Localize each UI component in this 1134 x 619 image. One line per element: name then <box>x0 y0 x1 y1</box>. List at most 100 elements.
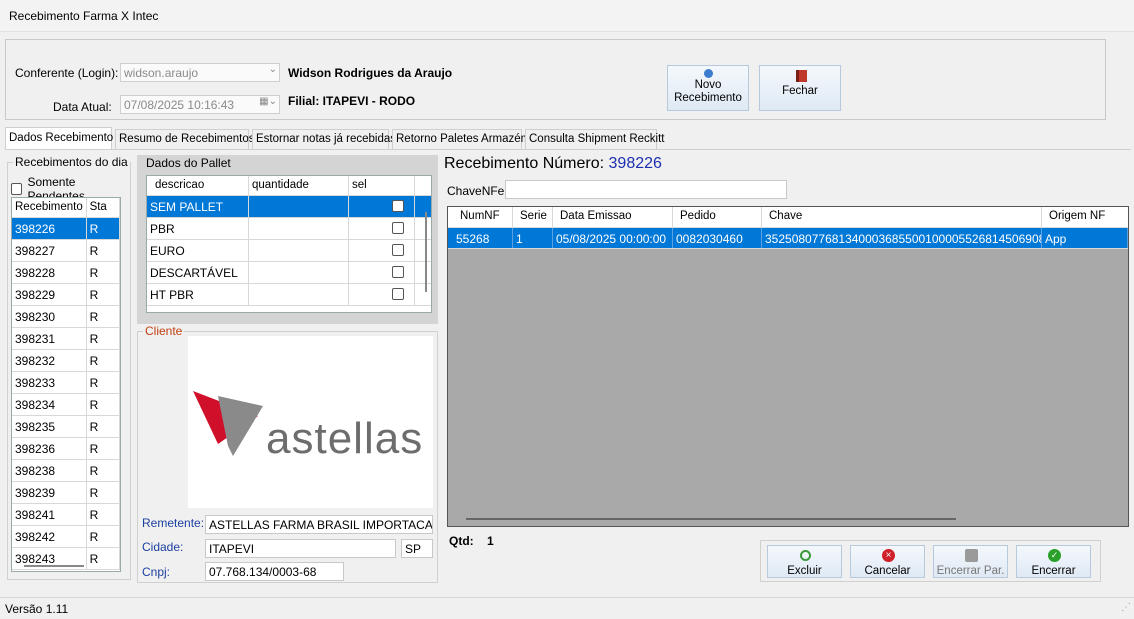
quantidade-cell[interactable] <box>249 284 349 305</box>
status-cell: R <box>87 306 120 327</box>
table-row[interactable]: HT PBR <box>147 284 431 306</box>
vertical-scrollbar[interactable] <box>425 212 427 292</box>
list-item[interactable]: 398238 R <box>12 460 120 482</box>
list-item[interactable]: 398228 R <box>12 262 120 284</box>
version-label: Versão 1.11 <box>5 602 69 616</box>
horizontal-scrollbar[interactable] <box>24 565 84 567</box>
status-cell: R <box>87 526 120 547</box>
sel-cell[interactable] <box>349 196 415 217</box>
column-header[interactable]: Recebimento <box>12 198 87 217</box>
table-row[interactable]: SEM PALLET <box>147 196 431 218</box>
status-cell: R <box>87 218 120 239</box>
column-header[interactable]: Pedido <box>673 207 762 227</box>
cancel-icon: × <box>882 549 895 562</box>
quantidade-cell[interactable] <box>249 196 349 217</box>
conferente-combo[interactable]: widson.araujo ⌄ <box>120 63 280 82</box>
recebimento-cell: 398232 <box>12 350 87 371</box>
quantidade-cell[interactable] <box>249 240 349 261</box>
notas-grid[interactable]: NumNF Serie Data Emissao Pedido Chave Origem … <box>447 206 1129 527</box>
column-header[interactable]: quantidade <box>249 176 349 195</box>
list-item[interactable]: 398226 R <box>12 218 120 240</box>
table-row[interactable]: PBR <box>147 218 431 240</box>
cnpj-field[interactable]: 07.768.134/0003-68 <box>205 562 344 581</box>
status-cell: R <box>87 460 120 481</box>
checkbox[interactable] <box>392 200 404 212</box>
column-header[interactable]: Origem NF <box>1042 207 1128 227</box>
table-row[interactable]: EURO <box>147 240 431 262</box>
recebimento-cell: 398242 <box>12 526 87 547</box>
list-item[interactable]: 398241 R <box>12 504 120 526</box>
chevron-down-icon: ⌄ <box>268 64 277 75</box>
novo-recebimento-button[interactable]: Novo Recebimento <box>667 65 749 111</box>
column-header[interactable]: descricao <box>147 176 249 195</box>
sel-cell[interactable] <box>349 284 415 305</box>
cancelar-button[interactable]: × Cancelar <box>850 545 925 578</box>
list-item[interactable]: 398242 R <box>12 526 120 548</box>
column-header[interactable]: NumNF <box>448 207 513 227</box>
action-panel: Excluir × Cancelar Encerrar Par. ✓ Encerra… <box>760 540 1101 582</box>
sel-cell[interactable] <box>349 240 415 261</box>
add-icon <box>703 69 713 78</box>
remetente-field[interactable]: ASTELLAS FARMA BRASIL IMPORTACAO E D <box>205 515 433 534</box>
list-item[interactable]: 398234 R <box>12 394 120 416</box>
column-header[interactable]: Sta <box>87 198 120 217</box>
sel-cell[interactable] <box>349 218 415 239</box>
uf-field[interactable]: SP <box>401 539 433 558</box>
checkbox[interactable] <box>392 288 404 300</box>
checkbox-box[interactable] <box>11 183 23 195</box>
descricao-cell: SEM PALLET <box>147 196 249 217</box>
status-cell: R <box>87 284 120 305</box>
descricao-cell: HT PBR <box>147 284 249 305</box>
fechar-label: Fechar <box>782 85 818 97</box>
status-cell: R <box>87 350 120 371</box>
list-item[interactable]: 398230 R <box>12 306 120 328</box>
recebimentos-list[interactable]: Recebimento Sta 398226 R 398227 R 398228 R 3982… <box>11 197 121 572</box>
excluir-button[interactable]: Excluir <box>767 545 842 578</box>
fechar-button[interactable]: Fechar <box>759 65 841 111</box>
table-row[interactable]: 55268 1 05/08/2025 00:00:00 0082030460 35250… <box>448 228 1128 249</box>
tab-dados-recebimento[interactable]: Dados Recebimento <box>5 127 113 149</box>
quantidade-cell[interactable] <box>249 218 349 239</box>
cidade-field[interactable]: ITAPEVI <box>205 539 396 558</box>
horizontal-scrollbar[interactable] <box>466 518 956 520</box>
list-item[interactable]: 398236 R <box>12 438 120 460</box>
encerrar-par-button[interactable]: Encerrar Par. <box>933 545 1008 578</box>
resize-grip-icon[interactable]: ⋰ <box>1121 602 1131 613</box>
column-header[interactable]: Chave <box>762 207 1042 227</box>
column-header[interactable]: Data Emissao <box>553 207 673 227</box>
list-item[interactable]: 398235 R <box>12 416 120 438</box>
recebimento-cell: 398238 <box>12 460 87 481</box>
status-cell: R <box>87 262 120 283</box>
tab-retorno-paletes[interactable]: Retorno Paletes Armazém <box>392 129 530 149</box>
table-row[interactable]: DESCARTÁVEL <box>147 262 431 284</box>
list-item[interactable]: 398232 R <box>12 350 120 372</box>
chavenfe-input[interactable] <box>505 180 787 199</box>
list-item[interactable]: 398233 R <box>12 372 120 394</box>
tab-estornar-notas[interactable]: Estornar notas já recebidas <box>252 129 396 149</box>
list-item[interactable]: 398227 R <box>12 240 120 262</box>
column-header[interactable]: Serie <box>513 207 553 227</box>
column-header[interactable]: sel <box>349 176 415 195</box>
list-item[interactable]: 398229 R <box>12 284 120 306</box>
recebimento-cell: 398226 <box>12 218 87 239</box>
exit-door-icon <box>796 70 807 82</box>
sel-cell[interactable] <box>349 262 415 283</box>
list-item[interactable]: 398239 R <box>12 482 120 504</box>
chavenfe-label: ChaveNFe <box>447 184 505 198</box>
checkbox[interactable] <box>392 222 404 234</box>
calendar-icon: ▦⌄ <box>259 96 277 107</box>
quantidade-cell[interactable] <box>249 262 349 283</box>
checkbox[interactable] <box>392 244 404 256</box>
list-item[interactable]: 398231 R <box>12 328 120 350</box>
pallet-grid[interactable]: descricao quantidade sel SEM PALLET PBR EURO… <box>146 175 432 313</box>
status-cell: R <box>87 438 120 459</box>
descricao-cell: EURO <box>147 240 249 261</box>
encerrar-button[interactable]: ✓ Encerrar <box>1016 545 1091 578</box>
tab-consulta-shipment[interactable]: Consulta Shipment Reckitt <box>525 129 665 149</box>
tab-resumo-recebimentos[interactable]: Resumo de Recebimentos <box>115 129 255 149</box>
nota-cell: 3525080776813400036855001000055268145069… <box>762 228 1042 248</box>
cnpj-label: Cnpj: <box>142 565 171 579</box>
checkbox[interactable] <box>392 266 404 278</box>
qtd-label: Qtd: <box>449 534 474 548</box>
data-picker[interactable]: 07/08/2025 10:16:43 ▦⌄ <box>120 95 280 114</box>
